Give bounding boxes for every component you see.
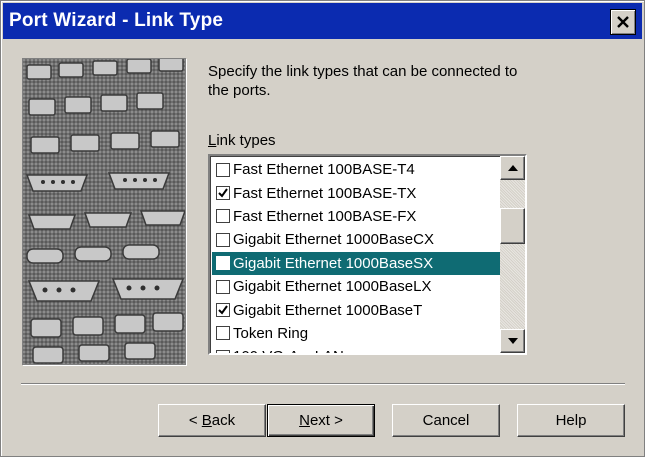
cancel-button[interactable]: Cancel — [392, 404, 500, 437]
close-button[interactable] — [610, 9, 636, 35]
wizard-network-ports-image — [22, 58, 186, 365]
back-mnemonic: B — [201, 412, 212, 429]
instruction-text: Specify the link types that can be conne… — [208, 63, 518, 99]
window-title: Port Wizard - Link Type — [9, 10, 224, 31]
link-type-label: Fast Ethernet 100BASE-TX — [233, 184, 417, 202]
link-type-label: Fast Ethernet 100BASE-T4 — [233, 161, 415, 179]
close-icon — [617, 16, 629, 28]
checkbox-unchecked[interactable] — [216, 256, 230, 271]
port-wizard-dialog: Port Wizard - Link Type Specify the link… — [0, 0, 645, 457]
button-separator — [21, 383, 625, 385]
back-button[interactable]: < Back — [158, 404, 266, 437]
listbox-scrollbar[interactable] — [500, 156, 525, 353]
link-type-label: Gigabit Ethernet 1000BaseT — [233, 301, 423, 319]
link-types-listbox[interactable]: Fast Ethernet 100BASE-T4 Fast Ethernet 10… — [208, 154, 527, 355]
arrow-up-icon — [507, 165, 518, 171]
link-type-label: Gigabit Ethernet 1000BaseCX — [233, 231, 434, 249]
next-button[interactable]: Next > — [267, 404, 375, 437]
link-type-item[interactable]: Gigabit Ethernet 1000BaseSX — [212, 251, 500, 275]
checkmark-icon — [218, 188, 228, 198]
link-type-label: Gigabit Ethernet 1000BaseLX — [233, 278, 432, 296]
checkbox-unchecked[interactable] — [216, 209, 230, 224]
link-types-label: Link types — [208, 132, 276, 149]
checkmark-icon — [218, 305, 228, 315]
checkbox-unchecked[interactable] — [216, 326, 230, 341]
help-button[interactable]: Help — [517, 404, 625, 437]
back-prefix: < — [188, 412, 202, 429]
link-types-label-rest: ink types — [216, 132, 276, 149]
next-rest: ext > — [309, 412, 343, 429]
link-type-label: Fast Ethernet 100BASE-FX — [233, 207, 417, 225]
link-type-label: Gigabit Ethernet 1000BaseSX — [233, 254, 434, 272]
checkbox-unchecked[interactable] — [216, 279, 230, 294]
link-type-item[interactable]: Fast Ethernet 100BASE-FX — [212, 205, 500, 228]
checkbox-unchecked[interactable] — [216, 162, 230, 177]
link-type-item[interactable]: Gigabit Ethernet 1000BaseT — [212, 298, 500, 321]
link-type-item[interactable]: 100 VG-AnyLAN — [212, 345, 500, 353]
back-rest: ack — [211, 412, 236, 429]
link-type-item[interactable]: Fast Ethernet 100BASE-T4 — [212, 158, 500, 181]
next-mnemonic: N — [299, 412, 310, 429]
link-type-label: Token Ring — [233, 324, 309, 342]
arrow-down-icon — [507, 338, 518, 344]
link-type-item[interactable]: Token Ring — [212, 322, 500, 345]
link-type-item[interactable]: Gigabit Ethernet 1000BaseLX — [212, 275, 500, 298]
link-type-item[interactable]: Fast Ethernet 100BASE-TX — [212, 181, 500, 204]
scroll-up-button[interactable] — [500, 156, 525, 180]
link-type-label: 100 VG-AnyLAN — [233, 348, 344, 353]
scroll-thumb[interactable] — [500, 208, 525, 244]
checkbox-checked[interactable] — [216, 303, 230, 318]
title-bar[interactable]: Port Wizard - Link Type — [3, 3, 642, 39]
link-types-rows: Fast Ethernet 100BASE-T4 Fast Ethernet 10… — [212, 158, 500, 353]
checkbox-unchecked[interactable] — [216, 232, 230, 247]
checkbox-checked[interactable] — [216, 186, 230, 201]
scroll-down-button[interactable] — [500, 329, 525, 353]
link-type-item[interactable]: Gigabit Ethernet 1000BaseCX — [212, 228, 500, 251]
checkbox-unchecked[interactable] — [216, 349, 230, 353]
